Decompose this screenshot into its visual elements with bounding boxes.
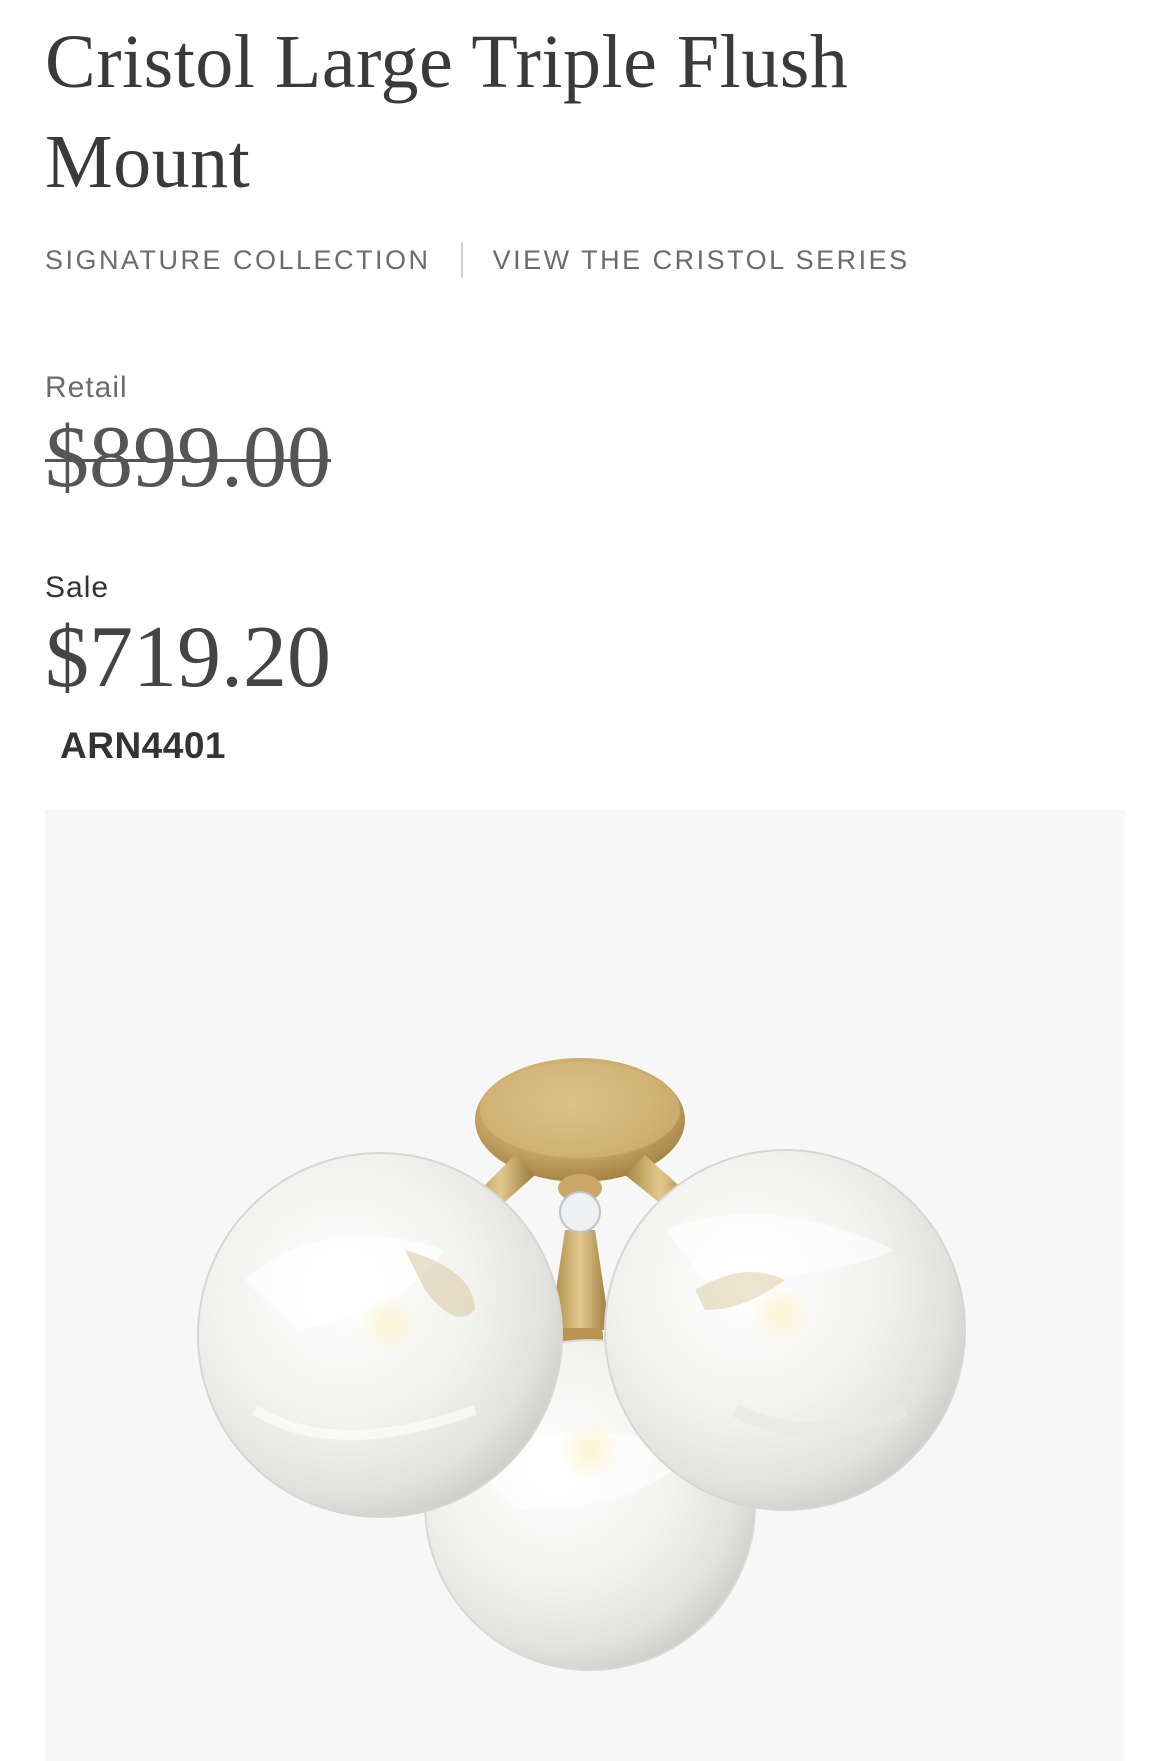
retail-price: $899.00	[45, 409, 331, 506]
product-title: Cristol Large Triple Flush Mount	[45, 20, 849, 204]
view-series-link[interactable]: VIEW THE CRISTOL SERIES	[493, 245, 910, 276]
retail-label: Retail	[45, 371, 128, 404]
sale-label: Sale	[45, 571, 110, 604]
link-divider	[460, 242, 463, 278]
product-sku: ARN4401	[60, 725, 226, 766]
signature-collection-link[interactable]: SIGNATURE COLLECTION	[45, 245, 431, 276]
product-header: Cristol Large Triple Flush Mount SIGNATU…	[45, 0, 1125, 768]
product-image[interactable]	[45, 810, 1125, 1761]
sale-price-block: Sale $719.20	[45, 568, 1125, 706]
collection-links: SIGNATURE COLLECTION VIEW THE CRISTOL SE…	[45, 240, 1125, 280]
retail-price-block: Retail $899.00	[45, 368, 1125, 506]
sale-price: $719.20	[45, 609, 331, 706]
flush-mount-illustration	[197, 1058, 966, 1671]
